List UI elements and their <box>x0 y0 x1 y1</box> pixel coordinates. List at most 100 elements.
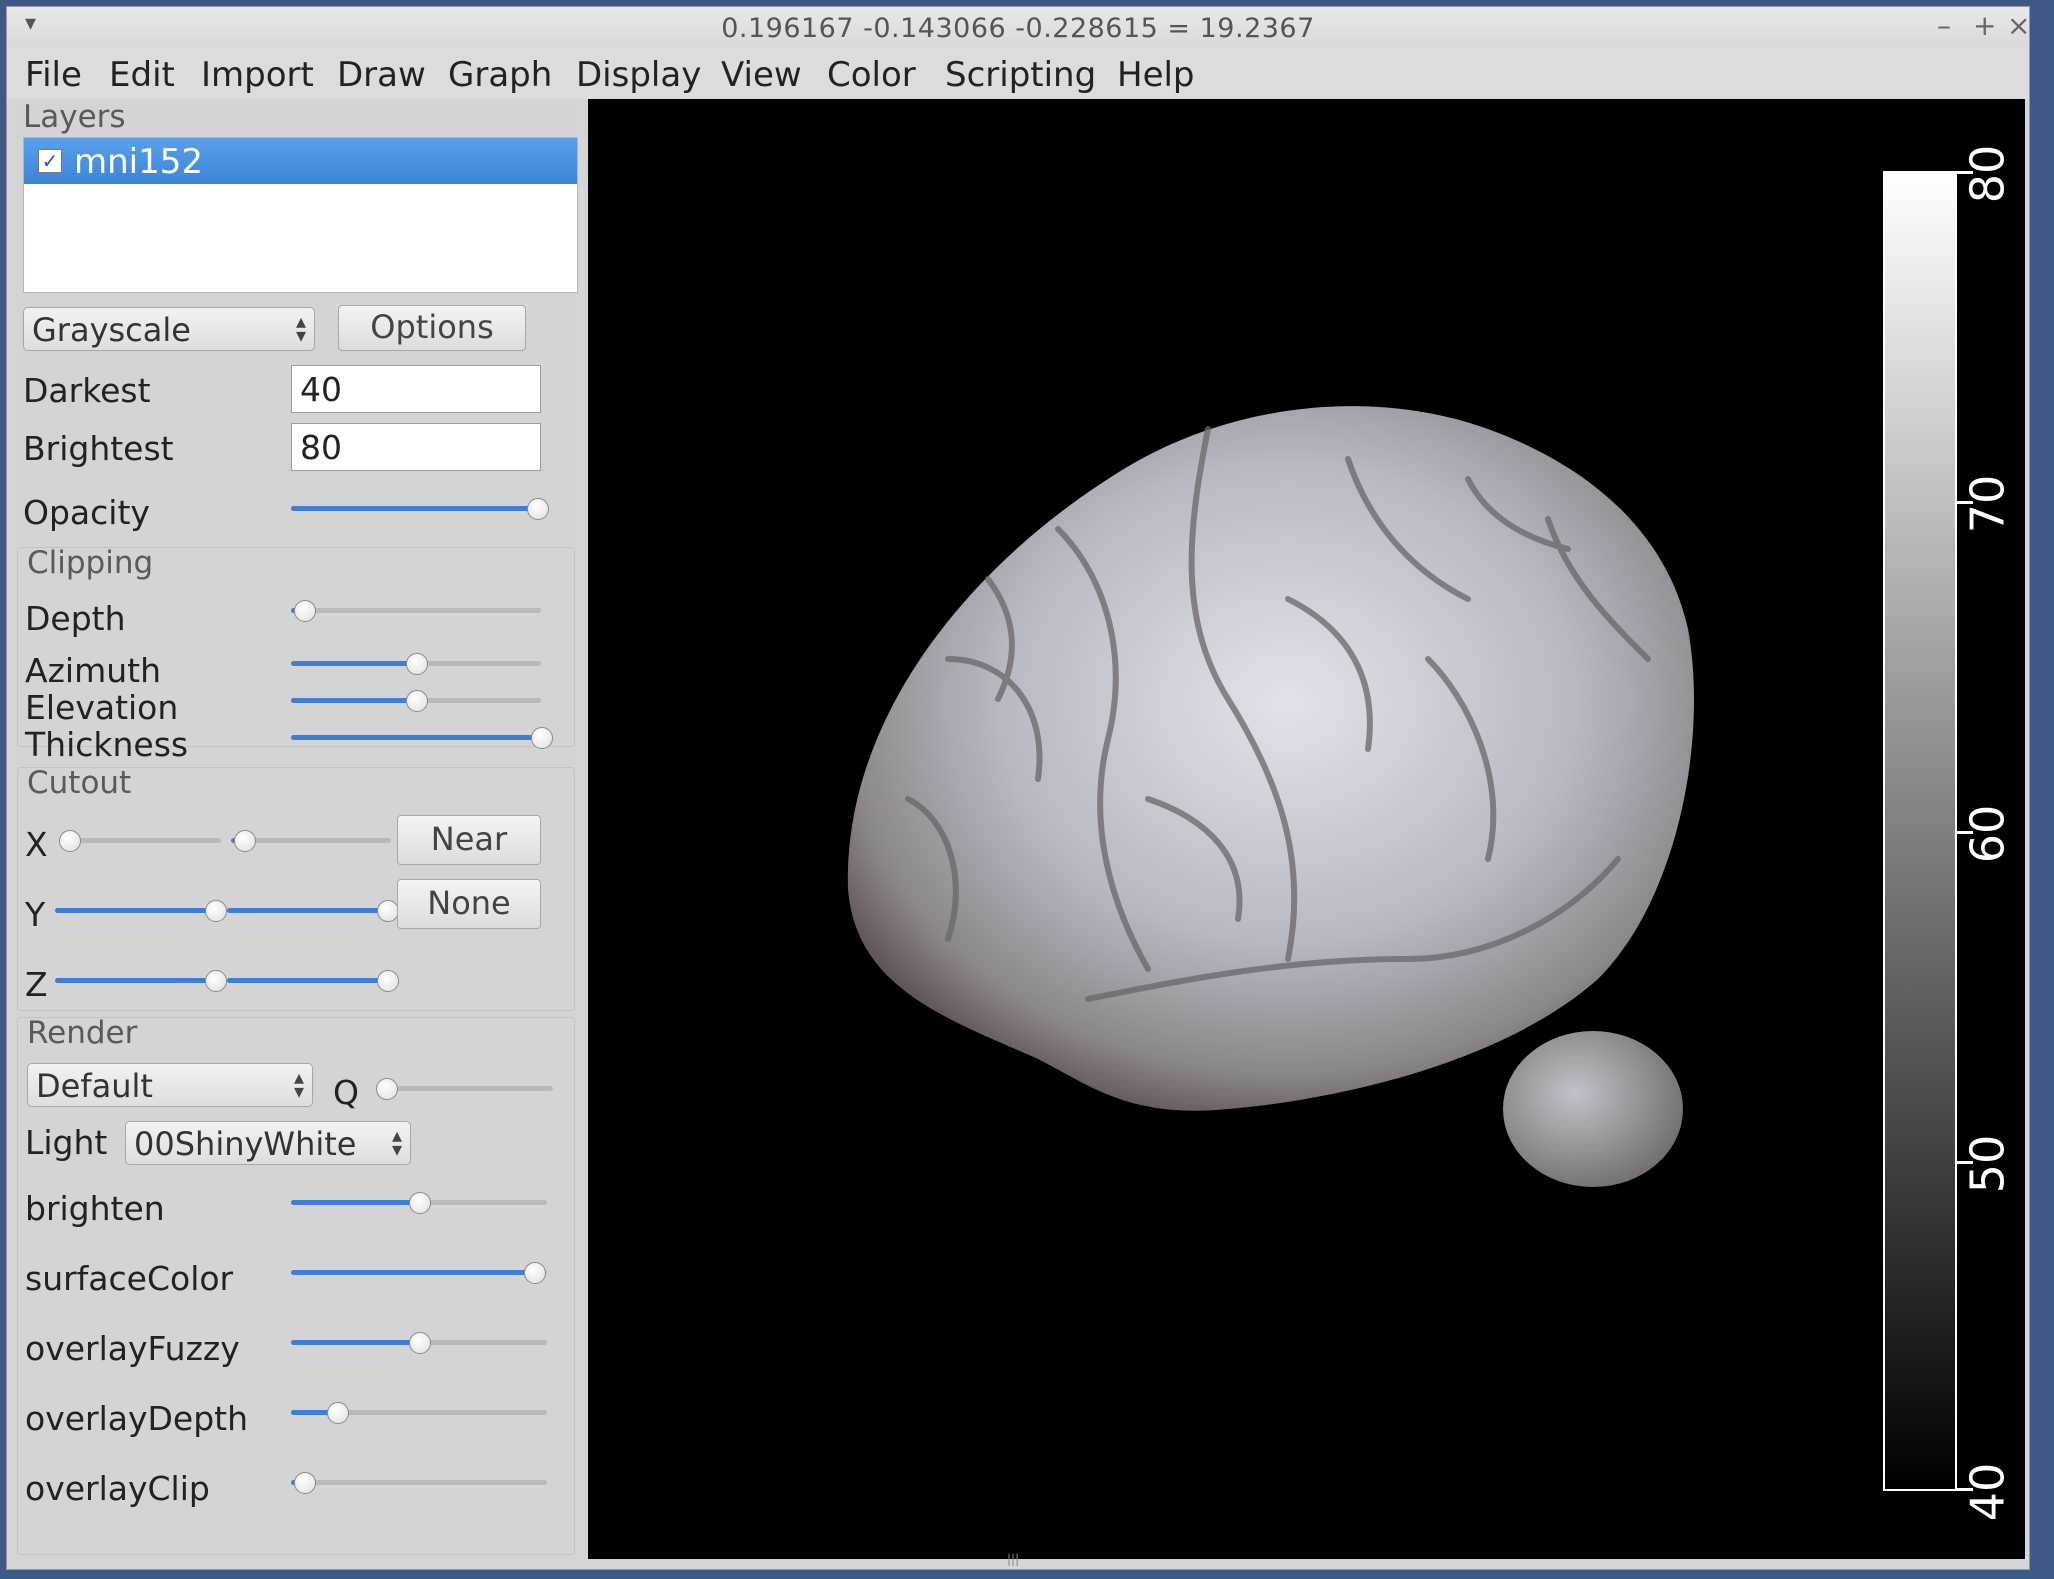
elevation-slider[interactable] <box>291 689 541 713</box>
menu-edit[interactable]: Edit <box>109 55 175 95</box>
cutout-z-low-slider[interactable] <box>55 969 227 993</box>
cutout-x-high-slider[interactable] <box>231 829 391 853</box>
cutout-z-label: Z <box>25 965 48 1004</box>
slider-handle[interactable] <box>59 830 81 852</box>
opacity-label: Opacity <box>23 493 150 532</box>
near-button[interactable]: Near <box>397 815 541 865</box>
slider-handle[interactable] <box>527 498 549 520</box>
brighten-slider[interactable] <box>291 1191 547 1215</box>
select-arrows-icon: ▴ ▾ <box>391 1123 402 1161</box>
depth-slider[interactable] <box>291 599 541 623</box>
cutout-y-low-slider[interactable] <box>55 899 227 923</box>
overlay-clip-label: overlayClip <box>25 1469 210 1508</box>
azimuth-slider[interactable] <box>291 652 541 676</box>
brighten-label: brighten <box>25 1189 165 1228</box>
slider-handle[interactable] <box>293 600 316 622</box>
overlay-clip-slider[interactable] <box>291 1471 547 1495</box>
thickness-label: Thickness <box>25 725 189 764</box>
menu-display[interactable]: Display <box>576 55 701 95</box>
brightest-field[interactable]: 80 <box>291 423 541 471</box>
thickness-slider[interactable] <box>291 726 553 750</box>
surface-color-label: surfaceColor <box>25 1259 234 1298</box>
slider-handle[interactable] <box>376 1078 399 1100</box>
cutout-y-label: Y <box>25 895 46 934</box>
quality-label: Q <box>333 1073 359 1112</box>
slider-handle[interactable] <box>327 1402 350 1424</box>
overlay-depth-slider[interactable] <box>291 1401 547 1425</box>
title-bar: ▾ 0.196167 -0.143066 -0.228615 = 19.2367… <box>7 7 2030 47</box>
darkest-label: Darkest <box>23 371 151 410</box>
menu-draw[interactable]: Draw <box>337 55 426 95</box>
slider-handle[interactable] <box>205 900 227 922</box>
darkest-field[interactable]: 40 <box>291 365 541 413</box>
colormap-select[interactable]: Grayscale ▴ ▾ <box>23 307 315 351</box>
layers-list[interactable]: ✓ mni152 <box>23 137 578 293</box>
colorbar-label: 70 <box>1960 474 2015 534</box>
colorbar-label: 50 <box>1960 1134 2015 1194</box>
colorbar <box>1883 171 1957 1491</box>
resize-grip[interactable]: ||| <box>1007 1552 1019 1566</box>
minimize-icon[interactable]: – <box>1937 9 1951 42</box>
colorbar-label-min: 40 <box>1960 1462 2015 1522</box>
cutout-x-label: X <box>25 825 48 864</box>
cutout-title: Cutout <box>27 765 132 801</box>
render-mode-select[interactable]: Default ▴ ▾ <box>27 1063 313 1107</box>
options-button[interactable]: Options <box>338 305 526 351</box>
colorbar-label: 60 <box>1960 804 2015 864</box>
colorbar-label-max: 80 <box>1960 144 2015 204</box>
slider-handle[interactable] <box>531 727 553 749</box>
clipping-title: Clipping <box>27 545 154 581</box>
app-window: ▾ 0.196167 -0.143066 -0.228615 = 19.2367… <box>6 6 2030 1570</box>
light-label: Light <box>25 1123 108 1162</box>
layers-title: Layers <box>23 99 126 135</box>
menu-graph[interactable]: Graph <box>448 55 552 95</box>
slider-handle[interactable] <box>409 1192 431 1214</box>
slider-handle[interactable] <box>233 830 256 852</box>
slider-handle[interactable] <box>377 900 399 922</box>
window-title: 0.196167 -0.143066 -0.228615 = 19.2367 <box>721 13 1315 44</box>
slider-handle[interactable] <box>406 690 428 712</box>
menu-color[interactable]: Color <box>827 55 916 95</box>
brain-render[interactable] <box>588 99 2025 1559</box>
cutout-y-high-slider[interactable] <box>227 899 399 923</box>
menu-import[interactable]: Import <box>201 55 314 95</box>
surface-color-slider[interactable] <box>291 1261 547 1285</box>
render-title: Render <box>27 1015 138 1051</box>
slider-handle[interactable] <box>409 1332 431 1354</box>
close-icon[interactable]: × <box>2007 9 2030 42</box>
maximize-icon[interactable]: + <box>1973 9 1996 42</box>
none-button[interactable]: None <box>397 879 541 929</box>
layer-name: mni152 <box>74 142 204 182</box>
overlay-fuzzy-slider[interactable] <box>291 1331 547 1355</box>
azimuth-label: Azimuth <box>25 651 161 690</box>
elevation-label: Elevation <box>25 688 179 727</box>
layer-visible-checkbox[interactable]: ✓ <box>38 149 62 173</box>
select-arrows-icon: ▴ ▾ <box>293 1065 304 1103</box>
render-mode-value: Default <box>36 1067 153 1105</box>
menu-help[interactable]: Help <box>1117 55 1195 95</box>
overlay-fuzzy-label: overlayFuzzy <box>25 1329 240 1368</box>
slider-handle[interactable] <box>406 653 428 675</box>
layer-row[interactable]: ✓ mni152 <box>24 138 577 184</box>
opacity-slider[interactable] <box>291 497 549 521</box>
slider-handle[interactable] <box>377 970 399 992</box>
slider-handle[interactable] <box>293 1472 316 1494</box>
render-viewport[interactable]: 80 70 60 50 40 <box>588 99 2025 1559</box>
select-arrows-icon: ▴ ▾ <box>295 309 306 347</box>
colormap-value: Grayscale <box>32 311 191 349</box>
cutout-z-high-slider[interactable] <box>227 969 399 993</box>
light-select[interactable]: 00ShinyWhite ▴ ▾ <box>125 1121 411 1165</box>
cutout-x-low-slider[interactable] <box>59 829 221 853</box>
menu-view[interactable]: View <box>721 55 802 95</box>
menu-bar: File Edit Import Draw Graph Display View… <box>7 47 2029 99</box>
light-value: 00ShinyWhite <box>134 1125 357 1163</box>
overlay-depth-label: overlayDepth <box>25 1399 249 1438</box>
menu-file[interactable]: File <box>25 55 82 95</box>
depth-label: Depth <box>25 599 126 638</box>
brightest-label: Brightest <box>23 429 174 468</box>
left-panel: Layers ✓ mni152 Grayscale ▴ ▾ Options Dar… <box>15 99 578 1559</box>
menu-scripting[interactable]: Scripting <box>945 55 1096 95</box>
slider-handle[interactable] <box>524 1262 547 1284</box>
slider-handle[interactable] <box>205 970 227 992</box>
quality-slider[interactable] <box>376 1077 553 1101</box>
